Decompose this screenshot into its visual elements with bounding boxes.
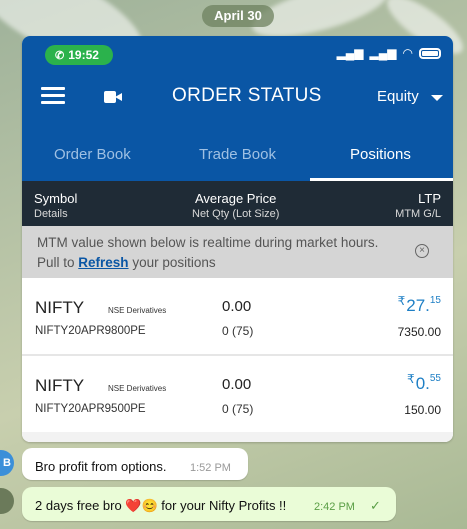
segment-label: Equity bbox=[377, 88, 419, 105]
position-mtm: 7350.00 bbox=[397, 325, 441, 339]
position-symbol: NIFTY bbox=[35, 298, 85, 317]
ltp-integer: 27. bbox=[406, 296, 430, 315]
message-time: 1:52 PM bbox=[190, 462, 231, 474]
notice-line: MTM value shown below is realtime during… bbox=[37, 235, 379, 250]
page-title: ORDER STATUS bbox=[172, 85, 322, 106]
tab-order-book: Order Book bbox=[54, 146, 131, 163]
currency-symbol: ₹ bbox=[397, 294, 406, 308]
position-mtm: 150.00 bbox=[404, 403, 441, 417]
position-symbol: NIFTY bbox=[35, 376, 85, 395]
message-text: 2 days free bro ❤️😊 for your Nifty Profi… bbox=[35, 498, 287, 513]
system-icons: ▂▄▆ ▂▄▆ ◠ bbox=[337, 46, 441, 60]
phone-icon: ✆ bbox=[55, 50, 65, 62]
hamburger-icon bbox=[41, 87, 65, 105]
details-header: Details bbox=[34, 208, 68, 220]
chevron-down-icon bbox=[431, 95, 443, 101]
notice-text: Pull to bbox=[37, 255, 79, 270]
position-avg-price: 0.00 bbox=[222, 298, 252, 315]
avatar-initial: B bbox=[3, 457, 11, 469]
tab-positions: Positions bbox=[350, 146, 411, 163]
position-ltp: ₹0.55 bbox=[407, 372, 441, 394]
notice-text: your positions bbox=[128, 255, 216, 270]
read-check-icon: ✓ bbox=[370, 498, 381, 513]
position-row: NIFTY NSE Derivatives NIFTY20APR9500PE 0… bbox=[22, 356, 453, 432]
refresh-link: Refresh bbox=[78, 255, 129, 270]
currency-symbol: ₹ bbox=[407, 372, 415, 386]
position-row: NIFTY NSE Derivatives NIFTY20APR9800PE 0… bbox=[22, 278, 453, 354]
status-bar: ✆ 19:52 ▂▄▆ ▂▄▆ ◠ bbox=[22, 36, 453, 71]
outgoing-message[interactable]: 2 days free bro ❤️😊 for your Nifty Profi… bbox=[22, 487, 396, 521]
position-qty: 0 (75) bbox=[222, 324, 254, 338]
avatar[interactable] bbox=[0, 488, 14, 514]
symbol-header: Symbol bbox=[34, 191, 78, 206]
tab-bar: Order Book Trade Book Positions bbox=[22, 121, 453, 181]
position-exchange: NSE Derivatives bbox=[108, 306, 167, 315]
ltp-header: LTP bbox=[418, 191, 441, 206]
circle-x-icon: × bbox=[415, 244, 429, 258]
battery-icon bbox=[419, 47, 441, 59]
ongoing-call-pill: ✆ 19:52 bbox=[45, 45, 113, 65]
app-bar: ORDER STATUS Equity bbox=[22, 71, 453, 121]
date-separator: April 30 bbox=[202, 5, 274, 27]
ltp-integer: 0. bbox=[415, 374, 430, 393]
notice-line: Pull to Refresh your positions bbox=[37, 255, 216, 270]
message-time: 2:42 PM bbox=[314, 501, 355, 513]
screenshot-message[interactable]: ✆ 19:52 ▂▄▆ ▂▄▆ ◠ ORDER STATUS Equity Ord… bbox=[22, 36, 453, 442]
incoming-message[interactable]: Bro profit from options. 1:52 PM bbox=[22, 448, 248, 480]
signal-icon: ▂▄▆ bbox=[369, 46, 397, 60]
avg-price-header: Average Price bbox=[195, 191, 277, 206]
position-contract: NIFTY20APR9500PE bbox=[35, 403, 146, 415]
ltp-decimal: 15 bbox=[429, 295, 441, 306]
mtm-notice: MTM value shown below is realtime during… bbox=[22, 226, 453, 278]
call-time: 19:52 bbox=[68, 48, 99, 62]
position-exchange: NSE Derivatives bbox=[108, 384, 167, 393]
video-camera-icon bbox=[104, 91, 122, 103]
avatar[interactable]: B bbox=[0, 450, 14, 476]
column-header: Symbol Details Average Price Net Qty (Lo… bbox=[22, 181, 453, 226]
position-ltp: ₹27.15 bbox=[398, 294, 441, 316]
shared-screenshot: ✆ 19:52 ▂▄▆ ▂▄▆ ◠ ORDER STATUS Equity Ord… bbox=[22, 36, 453, 442]
net-qty-header: Net Qty (Lot Size) bbox=[192, 208, 280, 220]
position-qty: 0 (75) bbox=[222, 402, 254, 416]
wifi-icon: ◠ bbox=[402, 46, 413, 60]
signal-icon: ▂▄▆ bbox=[336, 46, 364, 60]
message-text: Bro profit from options. bbox=[35, 459, 167, 474]
position-avg-price: 0.00 bbox=[222, 376, 252, 393]
ltp-decimal: 55 bbox=[429, 373, 441, 384]
mtm-header: MTM G/L bbox=[395, 208, 441, 220]
position-contract: NIFTY20APR9800PE bbox=[35, 325, 146, 337]
tab-trade-book: Trade Book bbox=[199, 146, 276, 163]
